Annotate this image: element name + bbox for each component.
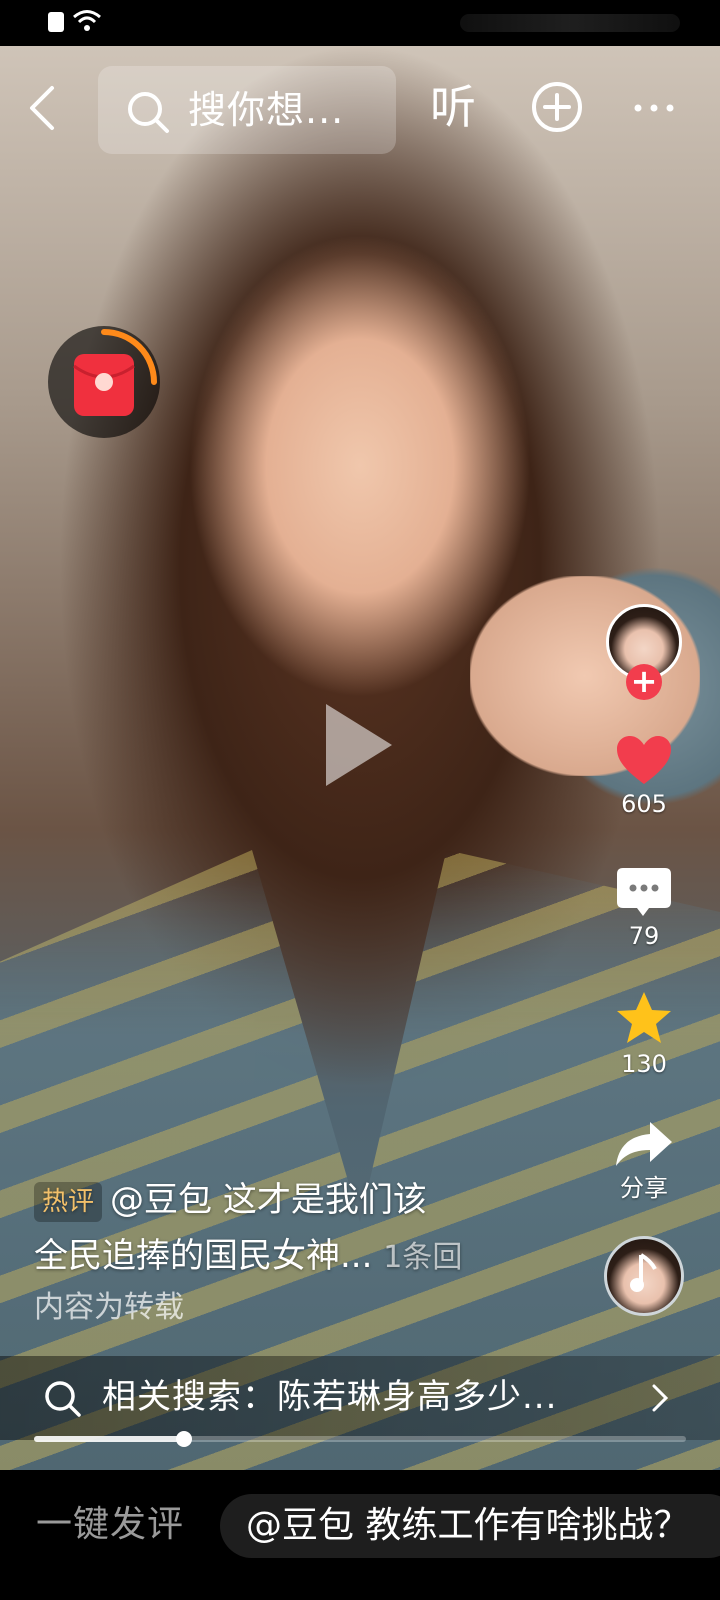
favorite-button[interactable]: 130 [600,990,688,1078]
chevron-right-icon [652,1384,669,1412]
red-packet-widget[interactable] [48,326,160,438]
search-placeholder: 搜你想... [188,88,345,132]
share-label: 分享 [620,1174,668,1202]
like-button[interactable]: 605 [600,734,688,818]
related-search-text: 相关搜索：陈若琳身高多少... [102,1377,558,1417]
search-icon [128,92,169,133]
favorite-count: 130 [621,1050,667,1078]
star-icon [617,992,671,1043]
share-button[interactable]: 分享 [600,1118,688,1202]
search-icon [45,1381,81,1417]
music-disc[interactable] [604,1236,684,1316]
hot-comment-line1: @豆包 这才是我们该 [110,1180,427,1220]
comment-icon [617,868,671,916]
comment-button[interactable]: 79 [600,866,688,950]
listen-button[interactable]: 听 [430,80,476,134]
suggested-comment-text: @豆包 教练工作有啥挑战？ [246,1505,690,1546]
suggested-comment-chip[interactable]: @豆包 教练工作有啥挑战？ [220,1494,720,1558]
sim-icon [48,12,64,32]
quick-comment-button[interactable]: 一键发评 [36,1500,184,1550]
share-icon [616,1122,672,1166]
search-box[interactable]: 搜你想... [98,66,396,154]
video-progress-bar[interactable] [34,1431,686,1447]
play-icon[interactable] [320,700,396,790]
video-progress-knob[interactable] [175,1431,192,1447]
add-icon[interactable] [530,80,584,134]
more-icon[interactable] [632,88,676,128]
music-note-icon [630,1253,657,1292]
repost-note: 内容为转载 [34,1290,184,1325]
video-progress-fill [34,1436,184,1442]
heart-icon [617,736,671,784]
top-bar: 搜你想... 听 [0,60,720,156]
bottom-bar: 一键发评 @豆包 教练工作有啥挑战？ [0,1470,720,1600]
hot-comment-line2: 全民追捧的国民女神... [34,1236,373,1276]
reply-count[interactable]: 1条回 [383,1240,462,1275]
follow-plus-icon[interactable]: + [626,664,662,700]
related-search-bar[interactable]: 相关搜索：陈若琳身高多少... [0,1356,720,1440]
comment-count: 79 [628,922,660,950]
hot-comment-tag: 热评 [34,1181,103,1222]
status-icons-blurred [460,14,680,32]
back-icon[interactable] [22,82,62,134]
hot-comment-caption[interactable]: 热评 @豆包 这才是我们该 全民追捧的国民女神... 1条回 内容为转载 [34,1172,594,1330]
like-count: 605 [621,790,667,818]
status-bar [0,0,720,46]
wifi-icon [73,10,101,31]
